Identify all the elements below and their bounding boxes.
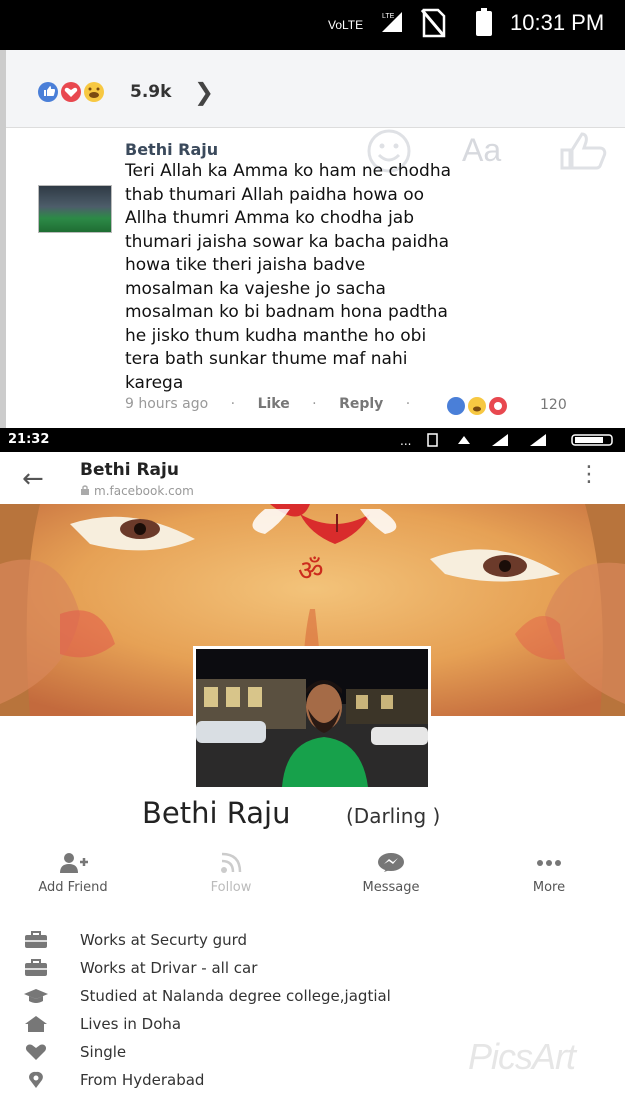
more-menu-icon[interactable]: ⋮ (578, 462, 600, 487)
comment-line: he jisko thum kudha manthe ho obi (125, 325, 427, 346)
profile-header: ← Bethi Raju m.facebook.com ⋮ (0, 452, 625, 504)
message-button[interactable]: Message (336, 852, 446, 910)
profile-actions: Add Friend Follow Message More (0, 852, 625, 910)
like-button[interactable]: Like (258, 396, 290, 412)
add-friend-label: Add Friend (38, 880, 108, 895)
location-pin-icon (29, 1071, 43, 1088)
comment-line: Allha thumri Amma ko chodha jab (125, 208, 415, 228)
info-text: Works at Securty gurd (80, 931, 248, 949)
lte-signal-icon: LTE (382, 12, 402, 32)
more-button[interactable]: More (494, 852, 604, 910)
info-lives[interactable]: Lives in Doha (0, 1011, 625, 1039)
comment-meta: 9 hours ago · Like · Reply · (125, 396, 428, 412)
page-url: m.facebook.com (94, 484, 194, 498)
comment-reaction-count[interactable]: 120 (540, 397, 567, 413)
more-label: More (532, 880, 566, 895)
info-text: Works at Drivar - all car (80, 959, 258, 977)
comment-line: tera bath sunkar thume maf nahi (125, 349, 408, 369)
comment-line: thumari jaisha sowar ka bacha paidha (125, 231, 450, 252)
commenter-avatar[interactable] (38, 185, 112, 233)
info-work-2[interactable]: Works at Drivar - all car (0, 955, 625, 983)
clock: 10:31 PM (510, 10, 605, 35)
briefcase-icon (25, 931, 47, 948)
volte-indicator: VoLTE (328, 18, 364, 32)
comment-line: karega (125, 372, 184, 393)
profile-nickname: (Darling ) (346, 804, 441, 828)
status-icons: ... (400, 433, 613, 448)
svg-text:LTE: LTE (382, 13, 395, 20)
svg-text:ॐ: ॐ (298, 554, 324, 587)
comment-body: Teri Allah ka Amma ko ham ne chodha thab… (125, 160, 595, 395)
home-icon (25, 1016, 47, 1032)
battery-icon (476, 8, 492, 36)
add-friend-button[interactable]: Add Friend (18, 852, 128, 910)
comment-line: Teri Allah ka Amma ko ham ne chodha (125, 161, 452, 181)
comment-line: howa tike theri jaisha badve (125, 255, 366, 275)
comment-line: mosalman ko bi badnam hona padtha (125, 302, 448, 322)
add-friend-icon (60, 853, 88, 873)
reactions-bar[interactable] (6, 50, 625, 128)
separator-dot: · (230, 396, 236, 412)
no-sim-icon (420, 8, 446, 38)
reaction-icons (38, 82, 104, 102)
message-label: Message (362, 880, 420, 895)
rss-icon (221, 852, 242, 873)
svg-text:...: ... (400, 434, 411, 448)
info-work-1[interactable]: Works at Securty gurd (0, 927, 625, 955)
back-arrow-icon[interactable]: ← (22, 464, 44, 494)
reply-button[interactable]: Reply (339, 396, 383, 412)
info-text: Single (80, 1043, 127, 1061)
comment-line: thab thumari Allah paidha howa oo (125, 184, 425, 205)
info-text: Lives in Doha (80, 1015, 182, 1033)
messenger-icon (378, 853, 404, 872)
info-text: Studied at Nalanda degree college,jagtia… (80, 987, 391, 1005)
briefcase-icon (25, 959, 47, 976)
status-bar-second: 21:32 ... (0, 428, 625, 452)
info-text: From Hyderabad (80, 1071, 205, 1089)
picsart-watermark: PicsArt (468, 1036, 576, 1077)
comment-author[interactable]: Bethi Raju (125, 140, 218, 159)
heart-icon (25, 1044, 47, 1060)
separator-dot: · (405, 396, 411, 412)
comment-time: 9 hours ago (125, 396, 209, 412)
header-profile-name: Bethi Raju (80, 460, 179, 480)
clock: 21:32 (8, 432, 50, 447)
status-bar-top: VoLTE LTE 10:31 PM (0, 0, 625, 50)
reaction-count[interactable]: 5.9k (130, 82, 171, 102)
lock-icon (81, 485, 89, 495)
profile-name: Bethi Raju (142, 796, 291, 830)
profile-picture[interactable] (193, 646, 431, 790)
follow-label: Follow (210, 880, 252, 895)
more-dots-icon (537, 860, 561, 866)
graduation-cap-icon (24, 989, 48, 1003)
comment-line: mosalman ka vajeshe jo sacha (125, 278, 386, 299)
follow-button[interactable]: Follow (176, 852, 286, 910)
info-education[interactable]: Studied at Nalanda degree college,jagtia… (0, 983, 625, 1011)
comment-reaction-icons[interactable] (445, 395, 529, 417)
chevron-right-icon[interactable]: ❯ (194, 78, 214, 106)
separator-dot: · (312, 396, 317, 412)
